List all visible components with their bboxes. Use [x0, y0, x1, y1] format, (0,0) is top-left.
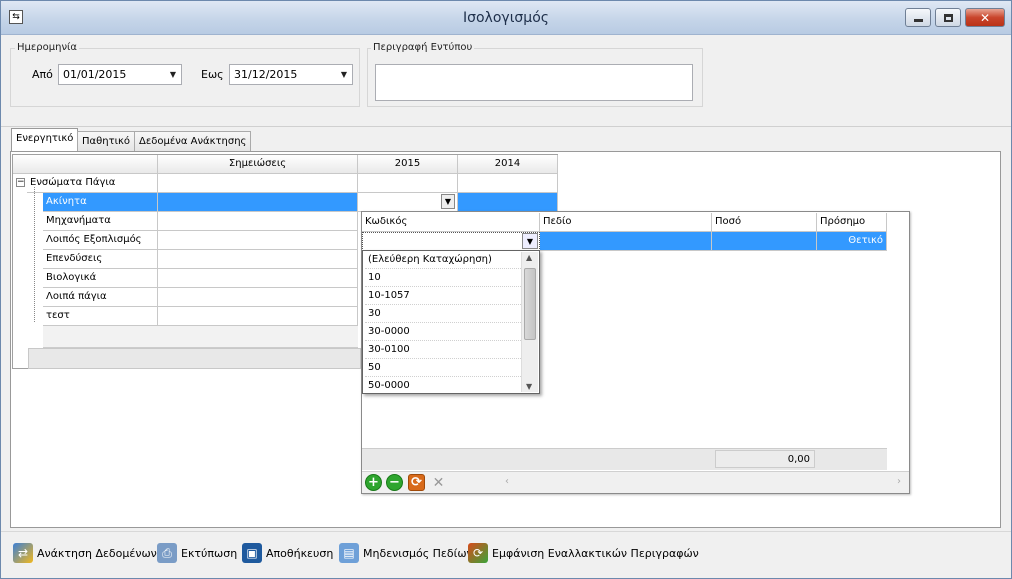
parent-2014-cell[interactable] — [458, 174, 558, 193]
print-button[interactable]: ⎙ Εκτύπωση — [157, 541, 237, 565]
retrieve-data-label: Ανάκτηση Δεδομένων — [37, 546, 157, 560]
maximize-icon — [943, 13, 953, 22]
retrieve-data-icon: ⇄ — [13, 543, 33, 563]
scroll-up-icon[interactable]: ▲ — [526, 253, 532, 262]
tab-liabilities[interactable]: Παθητικό — [77, 131, 135, 152]
grid-row-label[interactable]: Λοιπός Εξοπλισμός — [43, 231, 158, 250]
scroll-right-icon[interactable]: › — [897, 476, 901, 487]
dropdown-option[interactable]: 30-0000 — [365, 323, 521, 341]
code-dropdown-list[interactable]: (Ελεύθερη Καταχώρηση) 10 10-1057 30 30-0… — [362, 250, 540, 394]
grid-row-label[interactable]: Βιολογικά — [43, 269, 158, 288]
to-date-value: 31/12/2015 — [234, 68, 298, 81]
save-button[interactable]: ▣ Αποθήκευση — [242, 541, 333, 565]
scroll-down-icon[interactable]: ▼ — [526, 382, 532, 391]
chevron-down-icon[interactable]: ▼ — [441, 194, 455, 209]
dropdown-option[interactable]: 30-0100 — [365, 341, 521, 359]
tree-collapse-icon[interactable]: − — [16, 178, 25, 187]
chevron-down-icon[interactable]: ▼ — [338, 68, 350, 81]
dropdown-option[interactable]: 10 — [365, 269, 521, 287]
popup-code-cell[interactable] — [362, 232, 540, 251]
scroll-left-icon[interactable]: ‹ — [505, 476, 509, 487]
close-button[interactable]: ✕ — [965, 8, 1005, 27]
window: ⇆ Ισολογισμός ✕ Ημερομηνία Από 01/01/201… — [0, 0, 1012, 579]
dropdown-option[interactable]: (Ελεύθερη Καταχώρηση) — [365, 251, 521, 269]
grid-row-label[interactable]: τεστ — [43, 307, 158, 326]
notes-cell[interactable] — [158, 269, 358, 288]
alt-descriptions-icon: ⟳ — [468, 543, 488, 563]
grid-row-label[interactable]: Επενδύσεις — [43, 250, 158, 269]
grid-row-label[interactable]: Ακίνητα — [43, 193, 158, 212]
to-label: Εως — [201, 68, 224, 81]
dropdown-option[interactable]: 50 — [365, 359, 521, 377]
print-label: Εκτύπωση — [181, 546, 238, 560]
minimize-icon — [913, 19, 923, 22]
grid-row-label[interactable]: Μηχανήματα — [43, 212, 158, 231]
alt-descriptions-label: Εμφάνιση Εναλλακτικών Περιγραφών — [492, 546, 699, 560]
parent-2015-cell[interactable] — [358, 174, 458, 193]
dropdown-option[interactable]: 50-0000 — [365, 377, 521, 395]
clear-fields-icon: ▤ — [339, 543, 359, 563]
description-group-label: Περιγραφή Εντύπου — [371, 42, 475, 53]
popup-total-value: 0,00 — [715, 450, 815, 468]
description-input[interactable] — [375, 64, 693, 101]
print-icon: ⎙ — [157, 543, 177, 563]
chevron-down-icon[interactable]: ▼ — [522, 233, 538, 249]
selected-2015-cell[interactable]: ▼ — [358, 193, 458, 212]
popup-field-cell[interactable] — [540, 232, 712, 251]
from-date-value: 01/01/2015 — [63, 68, 127, 81]
delete-icon[interactable]: ✕ — [430, 474, 447, 491]
column-header-2015[interactable]: 2015 — [358, 155, 458, 174]
clear-fields-button[interactable]: ▤ Μηδενισμός Πεδίων — [339, 541, 473, 565]
popup-sign-cell[interactable]: Θετικό — [817, 232, 887, 251]
grid-row-label[interactable]: Λοιπά πάγια — [43, 288, 158, 307]
column-header-notes[interactable]: Σημειώσεις — [158, 155, 358, 174]
tree-line — [34, 187, 35, 322]
grid-footer-bar — [13, 326, 43, 348]
grid-summary-bar — [28, 348, 361, 369]
date-group-label: Ημερομηνία — [15, 42, 80, 53]
retrieve-data-button[interactable]: ⇄ Ανάκτηση Δεδομένων — [13, 541, 157, 565]
window-title: Ισολογισμός — [462, 10, 549, 26]
selected-2014-cell[interactable] — [458, 193, 558, 212]
save-icon: ▣ — [242, 543, 262, 563]
popup-amount-cell[interactable] — [712, 232, 817, 251]
title-bar: ⇆ Ισολογισμός ✕ — [1, 1, 1011, 35]
notes-cell[interactable] — [158, 231, 358, 250]
dropdown-option[interactable]: 10-1057 — [365, 287, 521, 305]
notes-cell[interactable] — [158, 307, 358, 326]
popup-header-field[interactable]: Πεδίο — [540, 213, 712, 232]
clear-fields-label: Μηδενισμός Πεδίων — [363, 546, 473, 560]
popup-header-code[interactable]: Κωδικός — [362, 213, 540, 232]
from-date-input[interactable]: 01/01/2015 ▼ — [58, 64, 182, 85]
column-header-2014[interactable]: 2014 — [458, 155, 558, 174]
close-icon: ✕ — [979, 10, 991, 25]
minimize-button[interactable] — [905, 8, 931, 27]
tree-parent-row[interactable]: Ενσώματα Πάγια — [27, 174, 158, 193]
to-date-input[interactable]: 31/12/2015 ▼ — [229, 64, 353, 85]
dropdown-option[interactable]: 30 — [365, 305, 521, 323]
dropdown-scrollbar[interactable]: ▲ ▼ — [521, 252, 538, 392]
maximize-button[interactable] — [935, 8, 961, 27]
popup-header-amount[interactable]: Ποσό — [712, 213, 817, 232]
chevron-down-icon[interactable]: ▼ — [167, 68, 179, 81]
grid-footer-bar — [43, 326, 358, 348]
tab-assets[interactable]: Ενεργητικό — [11, 128, 79, 152]
grid-corner-header — [13, 155, 158, 174]
notes-cell[interactable] — [158, 288, 358, 307]
popup-header-sign[interactable]: Πρόσημο — [817, 213, 887, 232]
selected-notes-cell[interactable] — [158, 193, 358, 212]
add-icon[interactable]: + — [365, 474, 382, 491]
separator — [1, 126, 1011, 127]
from-label: Από — [32, 68, 53, 81]
parent-notes-cell[interactable] — [158, 174, 358, 193]
scrollbar-thumb[interactable] — [524, 268, 536, 340]
refresh-icon[interactable]: ⟳ — [408, 474, 425, 491]
tab-retrieval-data[interactable]: Δεδομένα Ανάκτησης — [134, 131, 252, 152]
alt-descriptions-button[interactable]: ⟳ Εμφάνιση Εναλλακτικών Περιγραφών — [468, 541, 699, 565]
save-label: Αποθήκευση — [266, 546, 334, 560]
remove-icon[interactable]: − — [386, 474, 403, 491]
notes-cell[interactable] — [158, 250, 358, 269]
notes-cell[interactable] — [158, 212, 358, 231]
